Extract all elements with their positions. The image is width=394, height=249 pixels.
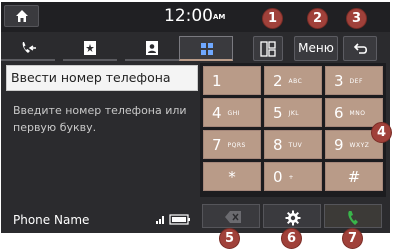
clock-ampm: AM: [213, 13, 226, 21]
tab-favorites[interactable]: [63, 36, 117, 61]
backspace-icon: [225, 211, 241, 223]
call-button[interactable]: [324, 204, 382, 228]
callout-badge-7: 7: [342, 228, 363, 249]
battery-icon: [169, 214, 190, 225]
delete-button[interactable]: [202, 204, 260, 228]
tab-call-history[interactable]: [1, 36, 55, 61]
favorites-icon: [84, 41, 96, 55]
input-hint: Введите номер телефона или первую букву.: [13, 104, 187, 134]
split-screen-button[interactable]: [253, 36, 283, 61]
split-screen-icon: [260, 41, 276, 57]
keypad-icon: [201, 43, 213, 55]
back-button[interactable]: [343, 36, 377, 61]
key-2[interactable]: 2 ABC: [264, 66, 322, 95]
call-history-icon: [22, 42, 36, 53]
clock-time: 12:00: [164, 6, 213, 26]
status-bar: 12:00 AM: [1, 2, 390, 32]
signal-strength-icon: [156, 216, 164, 224]
menu-button[interactable]: Меню: [294, 36, 338, 61]
key-5[interactable]: 5 JKL: [264, 98, 322, 127]
menu-label: Меню: [298, 41, 334, 55]
key-4[interactable]: 4 GHI: [203, 98, 261, 127]
callout-badge-2: 2: [307, 8, 328, 29]
phone-call-icon: [348, 211, 358, 225]
key-7[interactable]: 7 PQRS: [203, 130, 261, 159]
key-1[interactable]: 1: [203, 66, 261, 95]
connected-phone-name: Phone Name: [13, 213, 90, 227]
contacts-icon: [146, 41, 158, 55]
phone-number-input[interactable]: Ввести номер телефона: [6, 65, 198, 91]
key-0[interactable]: 0 +: [264, 162, 322, 191]
callout-badge-6: 6: [281, 228, 302, 249]
callout-badge-3: 3: [346, 8, 367, 29]
key-star[interactable]: *: [203, 162, 261, 191]
callout-badge-4: 4: [371, 122, 392, 143]
key-3[interactable]: 3 DEF: [325, 66, 383, 95]
tab-keypad[interactable]: [179, 36, 233, 61]
key-6[interactable]: 6 MNO: [325, 98, 383, 127]
callout-badge-1: 1: [262, 8, 283, 29]
home-icon: [16, 10, 28, 22]
home-button[interactable]: [4, 5, 39, 27]
key-8[interactable]: 8 TUV: [264, 130, 322, 159]
phone-status-icons: [156, 214, 190, 225]
phone-screen: 12:00 AM Меню Ввести номер телефона Введ…: [1, 2, 390, 233]
back-arrow-icon: [353, 43, 368, 54]
settings-button[interactable]: [263, 204, 321, 228]
tab-contacts[interactable]: [125, 36, 179, 61]
callout-badge-5: 5: [219, 228, 240, 249]
key-hash[interactable]: #: [325, 162, 383, 191]
dial-keypad: 1 2 ABC 3 DEF 4 GHI 5 JKL 6 MNO 7 PQRS 8 TUV 9W…: [200, 63, 386, 197]
gear-icon: [285, 210, 301, 226]
